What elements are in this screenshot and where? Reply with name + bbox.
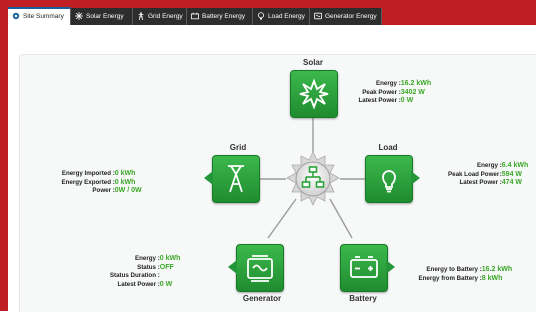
- load-arrow-icon: [411, 171, 420, 185]
- grid-title: Grid: [229, 143, 247, 152]
- hub-icon: [286, 152, 340, 206]
- info-key: Energy: [376, 80, 397, 87]
- solar-node[interactable]: [290, 70, 338, 118]
- info-key: Power: [92, 187, 111, 194]
- info-value: 0 W: [159, 280, 173, 288]
- grid-arrow-icon: [204, 171, 213, 185]
- info-key: Energy from Battery: [418, 274, 479, 282]
- info-key: Energy Imported: [61, 170, 111, 177]
- bulb-icon: [382, 170, 396, 193]
- info-key: Status Duration: [109, 272, 156, 279]
- info-value: 6.4 kWh: [501, 162, 529, 169]
- battery-node[interactable]: [340, 244, 388, 292]
- load-title: Load: [378, 143, 398, 152]
- info-key: Energy Exported: [61, 178, 111, 186]
- info-value: OFF: [159, 263, 174, 271]
- info-value: 16.2 kWh: [400, 80, 432, 87]
- generator-title: Generator: [242, 294, 282, 303]
- info-key: Peak Power: [362, 88, 397, 96]
- battery-icon: [350, 256, 378, 278]
- info-value: 0 W: [400, 97, 414, 104]
- info-key: Energy: [477, 162, 498, 169]
- info-value: 0 kWh: [114, 170, 136, 177]
- solar-icon: [299, 78, 329, 110]
- grid-info: Energy Imported :0 kWh Energy Exported :…: [61, 170, 142, 194]
- load-info: Energy :6.4 kWh Peak Load Power :594 W L…: [448, 162, 529, 186]
- info-key: Latest Power: [117, 280, 156, 288]
- info-value: 0W / 0W: [114, 187, 142, 194]
- info-key: Energy to Battery: [426, 266, 478, 273]
- generator-icon: [247, 255, 273, 282]
- info-value: 16.2 kWh: [481, 266, 513, 273]
- info-key: Peak Load Power: [448, 170, 500, 178]
- battery-info: Energy to Battery :16.2 kWh Energy from …: [418, 266, 513, 282]
- info-value: 594 W: [501, 170, 523, 178]
- info-key: Status: [137, 263, 156, 271]
- generator-info: Energy :0 kWh Status :OFF Status Duratio…: [98, 255, 180, 289]
- info-key: Energy: [135, 255, 156, 262]
- info-value: 474 W: [501, 179, 523, 186]
- load-node[interactable]: [365, 155, 413, 203]
- generator-arrow-icon: [228, 260, 237, 274]
- solar-title: Solar: [302, 58, 323, 67]
- battery-arrow-icon: [386, 260, 395, 274]
- info-value: 3402 W: [400, 88, 425, 96]
- solar-info: Energy :16.2 kWh Peak Power :3402 W Late…: [355, 80, 431, 106]
- info-value: 0 kWh: [159, 255, 181, 262]
- generator-node[interactable]: [236, 244, 284, 292]
- info-value: 0 kWh: [114, 178, 136, 186]
- grid-tower-icon: [228, 165, 244, 193]
- info-value: 8 kWh: [481, 274, 503, 282]
- info-key: Latest Power: [459, 179, 498, 186]
- grid-node[interactable]: [212, 155, 260, 203]
- battery-title: Battery: [349, 294, 377, 303]
- info-key: Latest Power: [358, 97, 397, 104]
